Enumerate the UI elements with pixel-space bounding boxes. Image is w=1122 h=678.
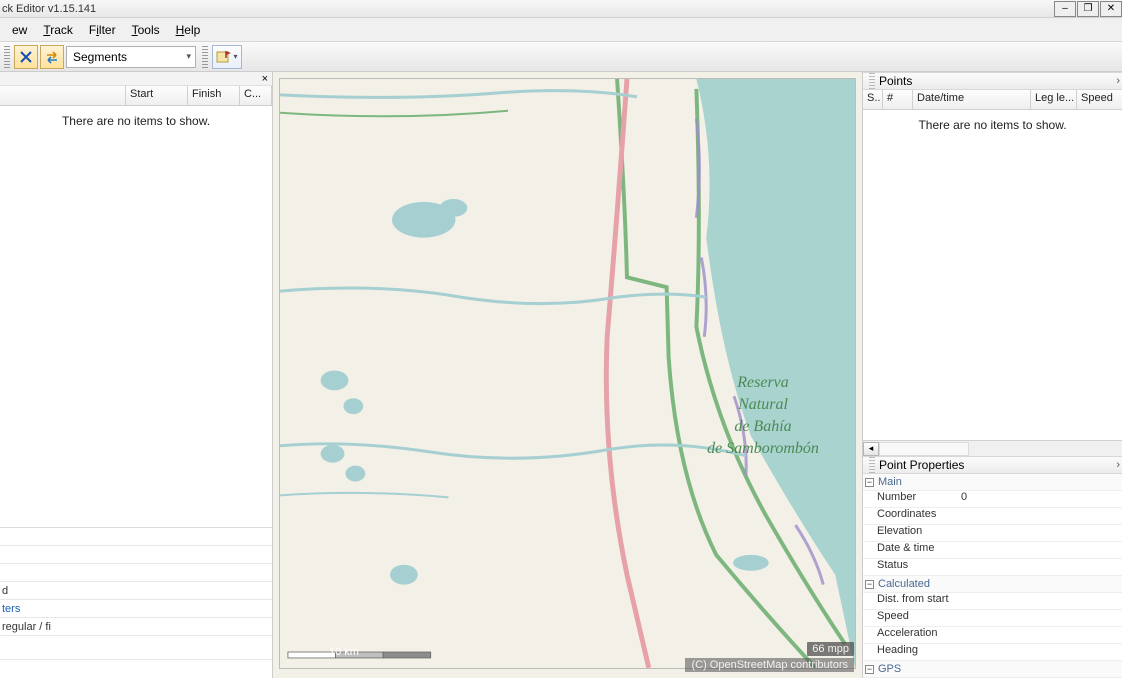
left-panel: × Start Finish C... There are no items t…	[0, 72, 273, 678]
prop-dist-value[interactable]	[959, 593, 1122, 609]
tool-btn-map[interactable]: ▾	[212, 45, 242, 69]
points-collapse-icon[interactable]: ›	[1116, 75, 1120, 87]
stub-head-2	[0, 546, 272, 564]
stub-head-1	[0, 528, 272, 546]
swap-arrows-icon	[45, 50, 59, 64]
menubar: ew Track Filter Tools Help	[0, 18, 1122, 42]
menu-view[interactable]: ew	[4, 20, 35, 40]
collapse-box-icon[interactable]: −	[865, 478, 874, 487]
prop-speed-value[interactable]	[959, 610, 1122, 626]
points-section-header: Points ›	[863, 72, 1122, 90]
map-reserve-label: Reserva Natural de Bahía de Samborombón	[678, 372, 848, 460]
prop-coords-label: Coordinates	[863, 508, 959, 524]
window-title: ck Editor v1.15.141	[2, 3, 1053, 15]
map-attribution: (C) OpenStreetMap contributors	[685, 658, 854, 672]
collapse-box-icon[interactable]: −	[865, 665, 874, 674]
blue-x-icon	[19, 50, 33, 64]
stub-head-3	[0, 564, 272, 582]
prop-heading-label: Heading	[863, 644, 959, 660]
stub-row-ters[interactable]: ters	[0, 600, 272, 618]
map-flag-icon	[216, 50, 232, 64]
prop-accel-value[interactable]	[959, 627, 1122, 643]
segments-dropdown-label: Segments	[73, 50, 127, 64]
prop-heading-value[interactable]	[959, 644, 1122, 660]
menu-filter[interactable]: Filter	[81, 20, 124, 40]
points-col-speed[interactable]: Speed	[1077, 90, 1122, 109]
prop-group-calc: − Calculated Dist. from start Speed Acce…	[863, 576, 1122, 661]
maximize-button[interactable]: ❐	[1077, 1, 1099, 17]
map-panel[interactable]: Reserva Natural de Bahía de Samborombón …	[273, 72, 863, 678]
stub-row-regular: regular / fi	[0, 618, 272, 636]
prop-group-gps-head[interactable]: − GPS	[863, 661, 1122, 678]
prop-coords-value[interactable]	[959, 508, 1122, 524]
prop-speed-label: Speed	[863, 610, 959, 626]
tool-btn-1[interactable]	[14, 45, 38, 69]
minimize-button[interactable]: –	[1054, 1, 1076, 17]
points-col-s[interactable]: S..	[863, 90, 883, 109]
prop-group-gps: − GPS	[863, 661, 1122, 678]
props-collapse-icon[interactable]: ›	[1116, 459, 1120, 471]
prop-number-label: Number	[863, 491, 959, 507]
close-button[interactable]: ✕	[1100, 1, 1122, 17]
prop-datetime-value[interactable]	[959, 542, 1122, 558]
segments-col-start[interactable]: Start	[126, 86, 188, 105]
prop-number-value[interactable]: 0	[959, 491, 1122, 507]
titlebar: ck Editor v1.15.141 – ❐ ✕	[0, 0, 1122, 18]
segments-col-finish[interactable]: Finish	[188, 86, 240, 105]
prop-elev-value[interactable]	[959, 525, 1122, 541]
prop-status-label: Status	[863, 559, 959, 575]
prop-group-calc-head[interactable]: − Calculated	[863, 576, 1122, 593]
left-bottom-panel: d ters regular / fi	[0, 527, 272, 678]
map-mpp-badge: 66 mpp	[807, 642, 854, 656]
stub-last	[0, 660, 272, 678]
points-col-leg[interactable]: Leg le...	[1031, 90, 1077, 109]
points-col-num[interactable]: #	[883, 90, 913, 109]
stub-spacer	[0, 636, 272, 660]
menu-help[interactable]: Help	[168, 20, 209, 40]
prop-dist-label: Dist. from start	[863, 593, 959, 609]
prop-elev-label: Elevation	[863, 525, 959, 541]
toolbar: Segments ▾	[0, 42, 1122, 72]
points-hscroll[interactable]: ◂	[863, 440, 1122, 456]
points-col-datetime[interactable]: Date/time	[913, 90, 1031, 109]
point-properties-header: Point Properties ›	[863, 456, 1122, 474]
left-panel-close-icon[interactable]: ×	[262, 74, 268, 84]
prop-status-value[interactable]	[959, 559, 1122, 575]
segments-col-blank[interactable]	[0, 86, 126, 105]
points-grip[interactable]	[869, 73, 875, 89]
hscroll-left-button[interactable]: ◂	[863, 442, 879, 456]
toolbar-grip	[4, 46, 10, 68]
prop-group-main-head[interactable]: − Main	[863, 474, 1122, 491]
prop-datetime-label: Date & time	[863, 542, 959, 558]
props-grip[interactable]	[869, 457, 875, 473]
props-title: Point Properties	[879, 458, 964, 472]
menu-tools[interactable]: Tools	[124, 20, 168, 40]
segments-dropdown[interactable]: Segments	[66, 46, 196, 68]
collapse-box-icon[interactable]: −	[865, 580, 874, 589]
segments-col-c[interactable]: C...	[240, 86, 272, 105]
points-title: Points	[879, 74, 912, 88]
prop-accel-label: Acceleration	[863, 627, 959, 643]
map-scale-label: 10 km	[329, 646, 359, 658]
right-panel: Points › S.. # Date/time Leg le... Speed…	[863, 72, 1122, 678]
menu-track[interactable]: Track	[35, 20, 81, 40]
points-table-header: S.. # Date/time Leg le... Speed	[863, 90, 1122, 110]
segments-empty-message: There are no items to show.	[0, 106, 272, 136]
left-panel-closebar: ×	[0, 72, 272, 86]
points-empty-message: There are no items to show.	[863, 110, 1122, 140]
stub-row-d: d	[0, 582, 272, 600]
tool-btn-2[interactable]	[40, 45, 64, 69]
prop-group-main: − Main Number0 Coordinates Elevation Dat…	[863, 474, 1122, 576]
segments-table-header: Start Finish C...	[0, 86, 272, 106]
toolbar-grip-2	[202, 46, 208, 68]
hscroll-track[interactable]	[879, 442, 969, 456]
